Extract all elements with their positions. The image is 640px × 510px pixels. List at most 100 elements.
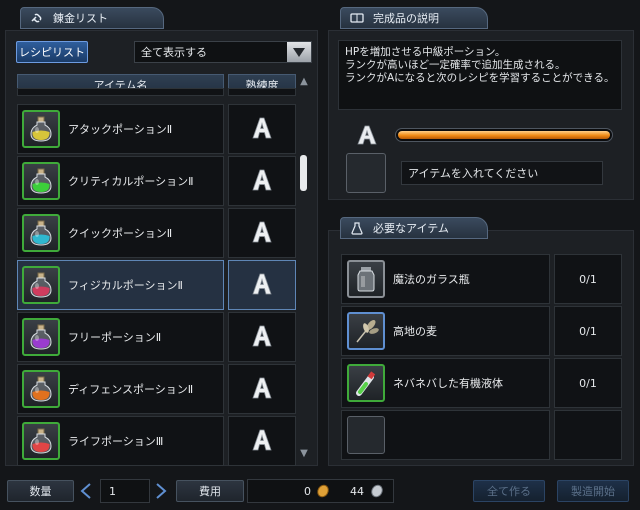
link-icon [29,11,45,25]
recipe-rank-cell: A [228,416,296,466]
result-item-slot[interactable] [346,153,386,193]
product-description-header: 完成品の説明 [340,7,488,29]
recipe-name: アタックポーションⅡ [68,123,173,136]
recipe-name-cell[interactable]: フリーポーションⅡ [17,312,224,362]
recipe-name-cell[interactable]: フィジカルポーションⅡ [17,260,224,310]
recipe-name: クリティカルポーションⅡ [68,175,194,188]
recipe-row[interactable]: ライフポーションⅢ A [17,416,296,466]
rank-a-icon [251,117,273,142]
quantity-label-button[interactable]: 数量 [7,480,74,502]
required-item-name: 高地の麦 [393,325,437,338]
mastery-progress-fill [398,131,610,139]
recipe-rank-cell: A [228,364,296,414]
product-description-title: 完成品の説明 [373,12,439,25]
recipe-name-cell[interactable]: ディフェンスポーションⅡ [17,364,224,414]
quantity-input[interactable]: 1 [100,479,150,503]
description-text: HPを増加させる中級ポーション。 ランクが高いほど一定確率で追加生成される。 ラ… [338,40,622,110]
scrollbar-thumb[interactable] [300,155,307,191]
required-items-header: 必要なアイテム [340,217,488,239]
required-item-count: 0/1 [579,324,597,338]
required-item-name-cell[interactable]: 高地の麦 [341,306,550,356]
empty-item-slot[interactable] [347,416,385,454]
required-item-count: 0/1 [579,272,597,286]
alchemy-list-header: 錬金リスト [20,7,164,29]
rank-a-icon [251,169,273,194]
potion-icon [22,214,60,252]
rank-badge-icon: A [356,125,378,148]
recipe-rank-cell: A [228,104,296,154]
required-item-count-cell: 0/1 [554,306,622,356]
potion-icon [22,422,60,460]
rank-cell [228,88,296,96]
required-item-count: 0/1 [579,376,597,390]
potion-icon [22,318,60,356]
required-item-name-cell[interactable] [341,410,550,460]
required-item-row[interactable]: 高地の麦 0/1 [341,306,622,356]
recipe-row[interactable]: クリティカルポーションⅡ A [17,156,296,206]
filter-dropdown-value: 全て表示する [141,46,207,59]
rank-a-icon [251,325,273,350]
rank-a-icon [251,221,273,246]
make-all-button[interactable]: 全て作る [473,480,545,502]
required-item-count-cell: 0/1 [554,358,622,408]
alchemy-list-title: 錬金リスト [53,12,108,25]
chevron-down-icon[interactable] [287,42,311,62]
recipe-row[interactable]: ディフェンスポーションⅡ A [17,364,296,414]
filter-dropdown[interactable]: 全て表示する [134,41,312,63]
required-item-name: 魔法のガラス瓶 [393,273,470,286]
gold-coin-icon [316,484,330,501]
recipe-row[interactable]: アタックポーションⅡ A [17,104,296,154]
recipe-name: ライフポーションⅢ [68,435,164,448]
required-item-name-cell[interactable]: ネバネバした有機液体 [341,358,550,408]
scroll-up-icon[interactable]: ▲ [297,76,311,88]
description-line: ランクが高いほど一定確率で追加生成される。 [345,59,566,71]
required-item-count-cell: 0/1 [554,254,622,304]
potion-icon [22,110,60,148]
recipe-row[interactable]: フィジカルポーションⅡ A [17,260,296,310]
rank-a-icon [251,273,273,298]
glass-jar-icon [347,260,385,298]
potion-icon [22,162,60,200]
scroll-down-icon[interactable]: ▼ [297,448,311,460]
cost-label-button: 費用 [176,480,244,502]
quantity-increase-icon[interactable] [155,483,167,502]
recipe-rank-cell: A [228,208,296,258]
recipe-rank-cell: A [228,312,296,362]
potion-icon [22,370,60,408]
potion-icon [22,266,60,304]
required-item-count-cell [554,410,622,460]
flask-icon [349,221,365,235]
recipe-name: フィジカルポーションⅡ [68,279,183,292]
description-line: ランクがAになると次のレシピを学習することができる。 [345,72,615,84]
required-item-row[interactable] [341,410,622,460]
recipe-name-cell[interactable]: クリティカルポーションⅡ [17,156,224,206]
required-items-title: 必要なアイテム [373,222,449,235]
recipe-name-cell[interactable]: アタックポーションⅡ [17,104,224,154]
required-item-name: ネバネバした有機液体 [393,377,503,390]
required-item-name-cell[interactable]: 魔法のガラス瓶 [341,254,550,304]
vial-icon [347,364,385,402]
recipe-list-tab[interactable]: レシピリスト [16,41,88,63]
name-cell [17,88,224,96]
recipe-rank-cell: A [228,156,296,206]
recipe-name: ディフェンスポーションⅡ [68,383,194,396]
cost-field: 0 44 [247,479,394,503]
description-line: HPを増加させる中級ポーション。 [345,46,506,58]
recipe-row[interactable]: フリーポーションⅡ A [17,312,296,362]
gold-cost-value: 0 [304,484,311,498]
required-item-row[interactable]: ネバネバした有機液体 0/1 [341,358,622,408]
required-item-row[interactable]: 魔法のガラス瓶 0/1 [341,254,622,304]
insert-item-hint: アイテムを入れてください [401,161,603,185]
mastery-progress-bar [395,128,613,142]
recipe-name-cell[interactable]: クイックポーションⅡ [17,208,224,258]
quantity-decrease-icon[interactable] [80,483,92,502]
recipe-name-cell[interactable]: ライフポーションⅢ [17,416,224,466]
recipe-row[interactable]: クイックポーションⅡ A [17,208,296,258]
quantity-value: 1 [109,484,116,498]
silver-coin-icon [370,484,384,501]
rank-a-icon [251,429,273,454]
recipe-name: フリーポーションⅡ [68,331,162,344]
start-production-button[interactable]: 製造開始 [557,480,629,502]
recipe-name: クイックポーションⅡ [68,227,173,240]
silver-cost-value: 44 [350,484,364,498]
